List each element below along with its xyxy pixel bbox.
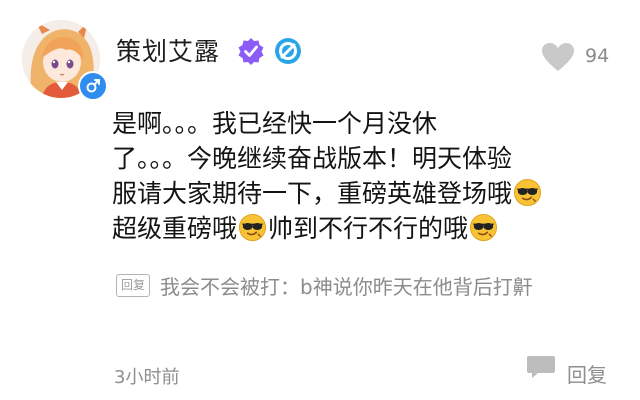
comment-text-segment: 了。。。今晚继续奋战版本！明天体验 [112,144,513,173]
cool-sunglasses-icon [238,213,267,242]
comment-text-segment: 帅到不行不行的哦 [268,214,469,243]
watermark-logo [487,366,513,394]
circle-badge-icon [273,36,303,66]
comment-line: 是啊。。。我已经快一个月没休 [112,106,612,141]
comment-text-segment: 是啊。。。我已经快一个月没休 [112,109,438,138]
username[interactable]: 策划艾露 [116,32,220,68]
comment-line: 了。。。今晚继续奋战版本！明天体验 [112,141,612,176]
reply-button[interactable]: 回复 [567,359,607,388]
comment-line: 服请大家期待一下，重磅英雄登场哦 [112,176,612,211]
comment-text: 是啊。。。我已经快一个月没休了。。。今晚继续奋战版本！明天体验 服请大家期待一下，… [112,106,612,246]
comment-card: 策划艾露 94 是啊。。。我已经快一个月没休了。。。今晚继续奋战版本！明天体验服… [0,0,640,400]
comment-text-segment: 服请大家期待一下，重磅英雄登场哦 [112,179,513,208]
like-count: 94 [585,45,610,67]
cool-sunglasses-icon [513,178,542,207]
reply-preview-text[interactable]: 我会不会被打：b神说你昨天在他背后打鼾 [160,271,533,300]
comment-line: 超级重磅哦 帅到不行不行的哦 [112,211,612,246]
chat-bubble-icon[interactable] [526,354,556,380]
heart-icon[interactable] [541,42,575,72]
reply-tag: 回复 [116,274,151,297]
verified-badge-icon [237,37,265,65]
male-icon [78,71,108,101]
comment-text-segment: 超级重磅哦 [112,214,238,243]
timestamp: 3小时前 [114,367,180,388]
cool-sunglasses-icon [469,213,498,242]
